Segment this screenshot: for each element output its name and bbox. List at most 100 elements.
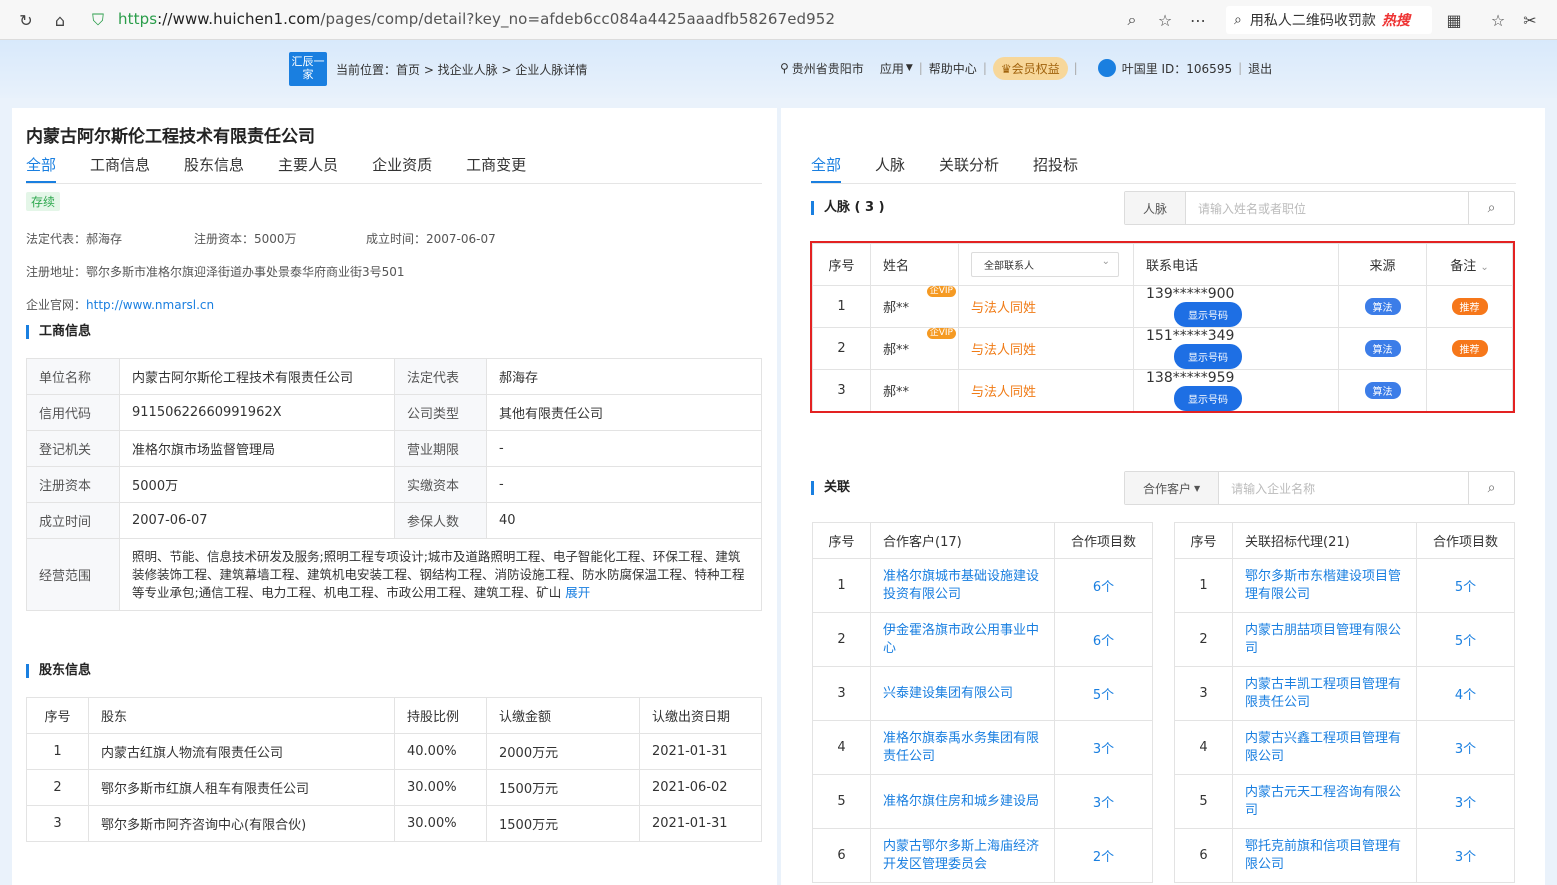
row-number: 5 bbox=[812, 774, 871, 829]
tab-all[interactable]: 全部 bbox=[26, 154, 57, 183]
project-count[interactable]: 6个 bbox=[1054, 558, 1153, 613]
company-link[interactable]: 鄂尔多斯市东楷建设项目管理有限公司 bbox=[1232, 558, 1417, 613]
home-icon[interactable]: ⌂ bbox=[50, 10, 70, 30]
company-link[interactable]: 准格尔旗住房和城乡建设局 bbox=[870, 774, 1055, 829]
agents-table: 序号 关联招标代理(21) 合作项目数 1 鄂尔多斯市东楷建设项目管理有限公司 5个 2 内… bbox=[1174, 522, 1515, 883]
table-cell: 1500万元 bbox=[486, 769, 640, 806]
url-scheme: https bbox=[118, 10, 158, 28]
registered-capital: 注册资本：5000万 bbox=[194, 232, 297, 246]
apps-menu[interactable]: 应用 bbox=[880, 60, 904, 77]
col-header: 合作项目数 bbox=[1416, 522, 1515, 559]
project-count[interactable]: 2个 bbox=[1054, 828, 1153, 883]
table-cell[interactable]: 鄂尔多斯市红旗人租车有限责任公司 bbox=[88, 769, 395, 806]
project-count[interactable]: 3个 bbox=[1054, 720, 1153, 775]
search-icon[interactable]: ⌕ bbox=[1468, 192, 1514, 224]
company-link[interactable]: 内蒙古鄂尔多斯上海庙经济开发区管理委员会 bbox=[870, 828, 1055, 883]
grid-icon[interactable]: ▦ bbox=[1444, 10, 1464, 30]
tab-shareholders[interactable]: 股东信息 bbox=[184, 154, 244, 183]
browser-search[interactable]: ⌕ 用私人二维码收罚款 热搜 bbox=[1226, 6, 1432, 34]
contacts-search-input[interactable]: 请输入姓名或者职位 bbox=[1186, 192, 1468, 224]
project-count[interactable]: 3个 bbox=[1416, 774, 1515, 829]
related-search-prefix[interactable]: 合作客户 ▼ bbox=[1125, 472, 1220, 504]
table-row: 1 准格尔旗城市基础设施建设投资有限公司 6个 bbox=[812, 558, 1153, 613]
field-value: 准格尔旗市场监督管理局 bbox=[119, 430, 395, 467]
company-link[interactable]: 伊金霍洛旗市政公用事业中心 bbox=[870, 612, 1055, 667]
company-link[interactable]: 内蒙古丰凯工程项目管理有限责任公司 bbox=[1232, 666, 1417, 721]
row-number: 3 bbox=[812, 666, 871, 721]
search-text: 用私人二维码收罚款 bbox=[1249, 13, 1376, 29]
url-host: ://www.huichen1.com bbox=[157, 10, 321, 28]
header-right: ⚲ 贵州省贵阳市 应用 ▼ | 帮助中心 | ♛会员权益 | 叶国里 ID：10… bbox=[780, 54, 1272, 82]
tab-association-analysis[interactable]: 关联分析 bbox=[939, 154, 999, 183]
avatar[interactable] bbox=[1097, 59, 1116, 77]
project-count[interactable]: 3个 bbox=[1416, 828, 1515, 883]
tab-business-info[interactable]: 工商信息 bbox=[90, 154, 150, 183]
website-row: 企业官网：http://www.nmarsl.cn bbox=[26, 296, 214, 313]
registered-address: 注册地址：鄂尔多斯市准格尔旗迎泽街道办事处景泰华府商业街3号501 bbox=[26, 265, 405, 279]
table-cell: 2000万元 bbox=[486, 733, 640, 770]
company-link[interactable]: 内蒙古元天工程咨询有限公司 bbox=[1232, 774, 1417, 829]
project-count[interactable]: 4个 bbox=[1416, 666, 1515, 721]
project-count[interactable]: 3个 bbox=[1054, 774, 1153, 829]
project-count[interactable]: 6个 bbox=[1054, 612, 1153, 667]
tab-qualifications[interactable]: 企业资质 bbox=[372, 154, 432, 183]
table-cell: 1500万元 bbox=[486, 805, 640, 842]
table-row: 1 内蒙古红旗人物流有限责任公司 40.00% 2000万元 2021-01-31 bbox=[26, 733, 762, 770]
contacts-search-prefix[interactable]: 人脉 bbox=[1125, 192, 1187, 224]
crown-icon: ♛ bbox=[1000, 61, 1012, 76]
legal-rep: 法定代表：郝海存 bbox=[26, 232, 123, 246]
favorites-icon[interactable]: ☆ bbox=[1488, 10, 1508, 30]
help-center-link[interactable]: 帮助中心 bbox=[929, 60, 977, 77]
company-link[interactable]: 准格尔旗泰禹水务集团有限责任公司 bbox=[870, 720, 1055, 775]
star-icon[interactable]: ☆ bbox=[1155, 10, 1175, 30]
tab-network-all[interactable]: 全部 bbox=[811, 154, 842, 183]
chevron-down-icon: ▼ bbox=[1194, 483, 1201, 493]
project-count[interactable]: 5个 bbox=[1416, 612, 1515, 667]
related-search-input[interactable]: 请输入企业名称 bbox=[1219, 472, 1468, 504]
location-text[interactable]: 贵州省贵阳市 bbox=[792, 60, 864, 77]
expand-link[interactable]: 展开 bbox=[565, 585, 590, 600]
table-row: 经营范围 照明、节能、信息技术研发及服务;照明工程专项设计;城市及道路照明工程、电… bbox=[26, 538, 762, 611]
company-link[interactable]: 兴泰建设集团有限公司 bbox=[870, 666, 1055, 721]
tab-changes[interactable]: 工商变更 bbox=[466, 154, 526, 183]
zoom-icon[interactable]: ⌕ bbox=[1122, 10, 1142, 30]
tools-icon[interactable]: ✂ bbox=[1520, 10, 1540, 30]
table-cell: 40.00% bbox=[394, 733, 487, 770]
company-link[interactable]: 内蒙古兴鑫工程项目管理有限公司 bbox=[1232, 720, 1417, 775]
site-header: 汇辰一家 当前位置：首页 > 找企业人脉 > 企业人脉详情 ⚲ 贵州省贵阳市 应… bbox=[0, 40, 1557, 98]
breadcrumb: 当前位置：首页 > 找企业人脉 > 企业人脉详情 bbox=[336, 63, 588, 77]
field-label: 参保人数 bbox=[394, 502, 487, 539]
project-count[interactable]: 5个 bbox=[1054, 666, 1153, 721]
table-row: 5 准格尔旗住房和城乡建设局 3个 bbox=[812, 774, 1153, 829]
refresh-icon[interactable]: ↻ bbox=[16, 10, 36, 30]
tab-bidding[interactable]: 招投标 bbox=[1033, 154, 1078, 183]
more-icon[interactable]: ⋯ bbox=[1188, 10, 1208, 30]
logout-link[interactable]: 退出 bbox=[1248, 60, 1272, 77]
field-label: 登记机关 bbox=[26, 430, 120, 467]
table-cell[interactable]: 鄂尔多斯市阿齐咨询中心(有限合伙) bbox=[88, 805, 395, 842]
row-number: 4 bbox=[1174, 720, 1233, 775]
col-header: 合作项目数 bbox=[1054, 522, 1153, 559]
table-row: 4 内蒙古兴鑫工程项目管理有限公司 3个 bbox=[1174, 720, 1515, 775]
company-link[interactable]: 内蒙古朋喆项目管理有限公司 bbox=[1232, 612, 1417, 667]
field-value: - bbox=[486, 466, 762, 503]
contacts-title: 人脉 ( 3 ) bbox=[811, 201, 885, 215]
project-count[interactable]: 5个 bbox=[1416, 558, 1515, 613]
company-link[interactable]: 准格尔旗城市基础设施建设投资有限公司 bbox=[870, 558, 1055, 613]
project-count[interactable]: 3个 bbox=[1416, 720, 1515, 775]
row-number: 2 bbox=[1174, 612, 1233, 667]
tab-key-people[interactable]: 主要人员 bbox=[278, 154, 338, 183]
website-link[interactable]: http://www.nmarsl.cn bbox=[86, 298, 214, 312]
address-bar[interactable]: https://www.huichen1.com/pages/comp/deta… bbox=[118, 10, 835, 28]
row-number: 3 bbox=[1174, 666, 1233, 721]
table-cell: 3 bbox=[26, 805, 89, 842]
member-rights-button[interactable]: ♛会员权益 bbox=[992, 56, 1068, 80]
search-icon[interactable]: ⌕ bbox=[1468, 472, 1514, 504]
table-cell[interactable]: 内蒙古红旗人物流有限责任公司 bbox=[88, 733, 395, 770]
table-row: 注册资本 5000万 实缴资本 - bbox=[26, 466, 762, 503]
tab-contacts[interactable]: 人脉 bbox=[875, 154, 905, 183]
company-link[interactable]: 鄂托克前旗和信项目管理有限公司 bbox=[1232, 828, 1417, 883]
site-logo[interactable]: 汇辰一家 bbox=[289, 52, 327, 86]
user-info[interactable]: 叶国里 ID：106595 bbox=[1122, 60, 1232, 77]
table-row: 3 兴泰建设集团有限公司 5个 bbox=[812, 666, 1153, 721]
